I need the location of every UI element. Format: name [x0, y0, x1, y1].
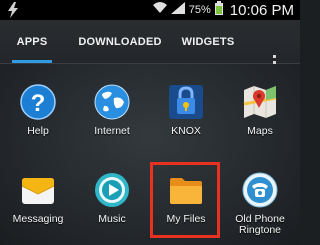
svg-text:?: ?	[31, 90, 46, 117]
app-knox[interactable]: KNOX	[151, 84, 221, 156]
status-bar: 75% 10:06 PM	[0, 0, 300, 20]
phone-icon	[242, 172, 278, 208]
tab-widgets[interactable]: WIDGETS	[178, 20, 238, 63]
app-label: KNOX	[171, 125, 201, 137]
globe-icon	[94, 84, 130, 120]
highlight-box	[150, 162, 220, 238]
app-label: Maps	[247, 125, 273, 137]
app-label: Internet	[94, 125, 130, 137]
app-label: Old Phone Ringtone	[225, 214, 295, 236]
music-icon	[94, 172, 130, 208]
app-label-line2: Ringtone	[238, 224, 282, 236]
app-label: Messaging	[12, 213, 64, 225]
app-label: Help	[27, 125, 49, 137]
app-old-phone-ringtone[interactable]: Old Phone Ringtone	[225, 172, 295, 244]
wifi-icon	[152, 1, 167, 19]
app-internet[interactable]: Internet	[77, 84, 147, 156]
maps-icon	[242, 84, 278, 120]
app-maps[interactable]: Maps	[225, 84, 295, 156]
battery-icon	[214, 0, 223, 20]
app-messaging[interactable]: Messaging	[3, 172, 73, 244]
app-music[interactable]: Music	[77, 172, 147, 244]
envelope-icon	[20, 172, 56, 208]
tab-bar: APPS DOWNLOADED WIDGETS	[0, 20, 300, 70]
knox-lock-icon	[168, 84, 204, 120]
battery-percent: 75%	[188, 4, 211, 16]
app-help[interactable]: ? Help	[3, 84, 73, 156]
help-icon: ?	[20, 84, 56, 120]
signal-icon	[170, 1, 185, 19]
tab-apps[interactable]: APPS	[6, 20, 58, 63]
app-label: Music	[98, 213, 126, 225]
tab-downloaded[interactable]: DOWNLOADED	[72, 20, 168, 63]
clock: 10:06 PM	[229, 1, 294, 19]
